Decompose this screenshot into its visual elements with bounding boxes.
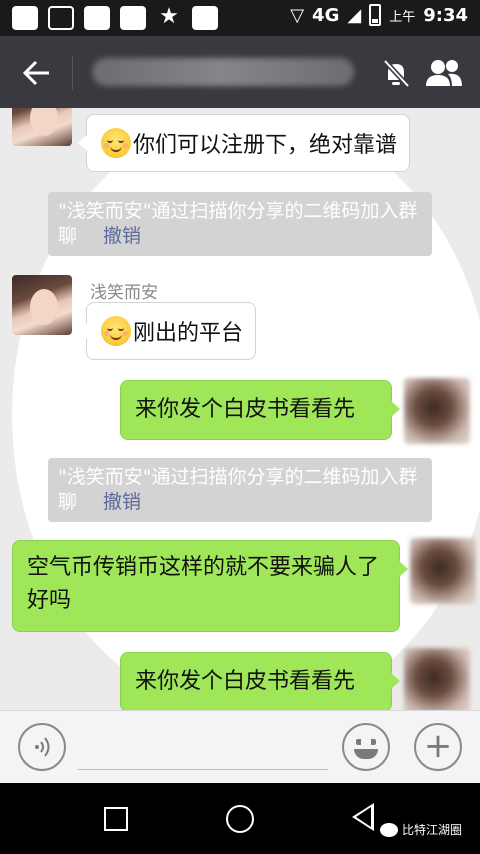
shy-smile-emoji-icon xyxy=(101,128,131,158)
message-text: 刚出的平台 xyxy=(133,321,244,346)
avatar[interactable] xyxy=(404,648,470,710)
avatar[interactable] xyxy=(12,108,72,146)
back-arrow-icon[interactable] xyxy=(20,58,54,88)
recent-apps-icon[interactable] xyxy=(104,807,128,831)
chat-title xyxy=(92,58,354,86)
mute-bell-icon xyxy=(382,58,410,88)
message-input[interactable] xyxy=(78,769,328,770)
time-ampm: 上午 xyxy=(389,9,416,25)
app-icon xyxy=(84,6,110,30)
message-icon xyxy=(12,6,38,30)
network-type: 4G xyxy=(312,4,340,26)
message-text: 来你发个白皮书看看先 xyxy=(135,397,356,422)
star-icon: ★ xyxy=(159,4,179,29)
header-divider xyxy=(72,56,73,90)
message-text: 来你发个白皮书看看先 xyxy=(135,669,356,694)
voice-icon[interactable] xyxy=(18,723,66,771)
clock: 9:34 xyxy=(423,4,468,26)
avatar[interactable] xyxy=(410,538,476,604)
chat-header xyxy=(0,36,480,108)
message-bubble-outgoing[interactable]: 来你发个白皮书看看先 xyxy=(120,652,400,710)
input-bar: + xyxy=(0,710,480,783)
message-text: 空气币传销币这样的就不要来骗人了好吗 xyxy=(27,555,380,613)
wifi-icon: ▽ xyxy=(290,4,305,26)
emoji-face-icon[interactable] xyxy=(342,723,390,771)
chat-messages[interactable]: 你们可以注册下，绝对靠谱 "浅笑而安"通过扫描你分享的二维码加入群聊 撤销 浅笑而… xyxy=(0,108,480,710)
avatar[interactable] xyxy=(12,275,72,335)
app-icon xyxy=(120,6,146,30)
nav-back-icon[interactable] xyxy=(352,803,374,831)
group-members-icon[interactable] xyxy=(424,58,464,88)
plus-icon[interactable]: + xyxy=(414,723,462,771)
status-bar: ★ ▽ 4G ◢ 上午 9:34 xyxy=(0,0,480,716)
wechat-logo-icon xyxy=(380,822,398,837)
message-bubble-incoming[interactable]: 你们可以注册下，绝对靠谱 xyxy=(77,114,411,172)
sender-name: 浅笑而安 xyxy=(90,283,158,303)
status-right: ▽ 4G ◢ 上午 9:34 xyxy=(290,4,468,26)
notification-icons: ★ xyxy=(12,4,480,716)
shy-smile-emoji-icon xyxy=(101,316,131,346)
message-bubble-outgoing[interactable]: 来你发个白皮书看看先 xyxy=(120,380,400,440)
message-bubble-outgoing[interactable]: 空气币传销币这样的就不要来骗人了好吗 xyxy=(12,540,408,632)
message-bubble-incoming[interactable]: 刚出的平台 xyxy=(77,302,257,360)
signal-icon: ◢ xyxy=(347,4,362,26)
battery-icon xyxy=(369,4,382,26)
avatar[interactable] xyxy=(404,378,470,444)
message-text: 你们可以注册下，绝对靠谱 xyxy=(133,133,398,158)
watermark: 比特江湖圈 xyxy=(380,821,462,838)
watermark-text: 比特江湖圈 xyxy=(402,823,463,837)
app-icon xyxy=(192,6,218,30)
android-nav-bar: 比特江湖圈 xyxy=(0,783,480,854)
revoke-link[interactable]: 撤销 xyxy=(103,491,141,513)
revoke-link[interactable]: 撤销 xyxy=(103,225,141,247)
system-message: "浅笑而安"通过扫描你分享的二维码加入群聊 撤销 xyxy=(48,458,432,522)
image-icon xyxy=(48,6,74,30)
home-icon[interactable] xyxy=(226,805,254,833)
system-message: "浅笑而安"通过扫描你分享的二维码加入群聊 撤销 xyxy=(48,192,432,256)
